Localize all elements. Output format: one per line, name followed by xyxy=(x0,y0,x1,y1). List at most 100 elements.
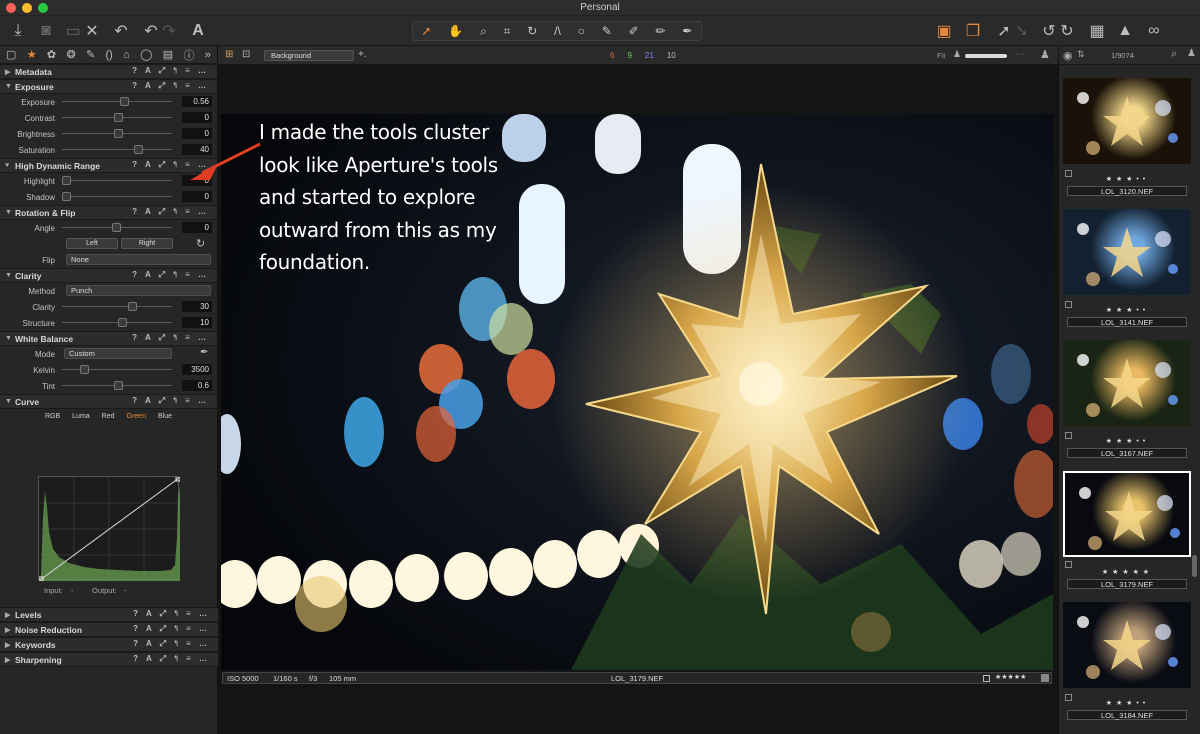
thumbnail-rating[interactable]: ★ ★ ★ • • xyxy=(1064,437,1188,446)
select-cursor-icon[interactable]: ➚ xyxy=(421,24,431,38)
thumbnail-checkbox[interactable] xyxy=(1065,561,1072,568)
flip-select[interactable]: None xyxy=(66,254,211,265)
redo-icon-dim[interactable]: ↷ xyxy=(160,20,178,42)
clarity-slider[interactable] xyxy=(62,302,172,311)
color-tag-count[interactable]: 10 xyxy=(667,51,676,60)
curve-tab-rgb[interactable]: RGB xyxy=(45,413,60,420)
keystone-cursor-icon[interactable]: /\ xyxy=(554,24,561,38)
single-view-icon[interactable]: ⊡ xyxy=(242,49,250,60)
rating-stars[interactable]: ★★★★★ xyxy=(995,673,1026,681)
exposure-section-header[interactable]: ▼ Exposure ? A ⤢ ↰ ≡ … xyxy=(0,79,217,94)
tint-value[interactable]: 0.6 xyxy=(182,380,212,391)
section-controls[interactable]: ? A ⤢ ↰ ≡ … xyxy=(133,654,210,664)
color-tag-count[interactable]: 9 xyxy=(627,51,631,60)
cursor-up-icon[interactable]: ➚ xyxy=(994,20,1014,42)
cursor-down-icon[interactable]: ➘ xyxy=(1012,20,1032,42)
loupe-cursor-icon[interactable]: ⌕ xyxy=(480,24,487,39)
thumbnail-rating[interactable]: ★ ★ ★ ★ ★ xyxy=(1064,568,1188,577)
favorites-tab-icon[interactable]: ★ xyxy=(27,48,37,61)
section-controls[interactable]: ? A ⤢ ↰ ≡ … xyxy=(132,396,209,406)
brush-cursor-icon[interactable]: ✎ xyxy=(602,24,612,38)
collapsed-section-header[interactable]: ▶ Keywords ? A ⤢ ↰ ≡ … xyxy=(0,637,218,652)
slider-knob[interactable] xyxy=(112,223,121,232)
color-tag-count[interactable]: 21 xyxy=(645,51,654,60)
variants-icon[interactable]: ❐ xyxy=(963,20,983,42)
slider-knob[interactable] xyxy=(134,145,143,154)
section-controls[interactable]: ? A ⤢ ↰ ≡ … xyxy=(132,333,209,343)
color-tag-box[interactable] xyxy=(1041,674,1049,682)
mode-select[interactable]: Custom xyxy=(64,348,172,359)
info-tab-icon[interactable]: ⓘ xyxy=(183,47,194,63)
browser-scrollbar[interactable] xyxy=(1192,555,1197,577)
curve-tab-green[interactable]: Green xyxy=(127,413,146,420)
pan-cursor-icon[interactable]: ✋ xyxy=(448,24,463,38)
eye-icon[interactable]: ◉ xyxy=(1063,49,1073,62)
brightness-slider[interactable] xyxy=(62,129,172,138)
eyedropper-icon[interactable]: ✒ xyxy=(200,347,208,358)
section-controls[interactable]: ? A ⤢ ↰ ≡ … xyxy=(132,81,209,91)
more-tabs-icon[interactable]: » xyxy=(205,49,211,61)
color-tag-count[interactable]: 6 xyxy=(610,51,614,60)
angle-value[interactable]: 0 xyxy=(182,222,212,233)
collapsed-section-header[interactable]: ▶ Noise Reduction ? A ⤢ ↰ ≡ … xyxy=(0,622,218,637)
collapsed-section-header[interactable]: ▶ Sharpening ? A ⤢ ↰ ≡ … xyxy=(0,652,218,667)
warning-icon[interactable]: ▲ xyxy=(1116,20,1134,42)
structure-value[interactable]: 10 xyxy=(182,317,212,328)
thumbnail-image[interactable] xyxy=(1063,209,1191,295)
thumbnail-image[interactable] xyxy=(1063,78,1191,164)
angle-slider[interactable] xyxy=(62,223,172,232)
kelvin-value[interactable]: 3500 xyxy=(182,364,212,375)
highlight-slider[interactable] xyxy=(62,176,172,185)
shadow-value[interactable]: 0 xyxy=(182,191,212,202)
curve-section-header[interactable]: ▼ Curve ? A ⤢ ↰ ≡ … xyxy=(0,394,217,409)
slider-knob[interactable] xyxy=(62,176,71,185)
import-icon[interactable]: ⤓ xyxy=(8,20,28,42)
contrast-value[interactable]: 0 xyxy=(182,112,212,123)
capture-tab-icon[interactable]: ✿ xyxy=(47,48,56,61)
collapsed-section-header[interactable]: ▶ Levels ? A ⤢ ↰ ≡ … xyxy=(0,607,218,622)
structure-slider[interactable] xyxy=(62,318,172,327)
section-controls[interactable]: ? A ⤢ ↰ ≡ … xyxy=(133,624,210,634)
rotate-cursor-icon[interactable]: ↻ xyxy=(527,24,537,38)
grid-icon[interactable]: ▦ xyxy=(1088,20,1106,42)
exposure-value[interactable]: 0.56 xyxy=(182,96,212,107)
clarity-section-header[interactable]: ▼ Clarity ? A ⤢ ↰ ≡ … xyxy=(0,268,217,283)
eraser-cursor-icon[interactable]: ✏ xyxy=(655,24,665,38)
rotation-section-header[interactable]: ▼ Rotation & Flip ? A ⤢ ↰ ≡ … xyxy=(0,205,217,220)
redo-icon[interactable]: ↶ xyxy=(142,20,160,42)
slider-knob[interactable] xyxy=(128,302,137,311)
camera-off-icon[interactable]: ▭ xyxy=(62,20,84,42)
picker-cursor-icon[interactable]: ✒ xyxy=(682,24,692,38)
crop-cursor-icon[interactable]: ⌗ xyxy=(504,24,511,39)
grid-view-icon[interactable]: ⊞ xyxy=(225,49,233,60)
metadata-tab-icon[interactable]: ▤ xyxy=(163,48,173,61)
rotate-picker-icon[interactable]: ↻ xyxy=(196,237,205,250)
section-controls[interactable]: ? A ⤢ ↰ ≡ … xyxy=(132,66,209,76)
minimize-window-button[interactable] xyxy=(22,3,32,13)
slider-knob[interactable] xyxy=(114,381,123,390)
thumbnail-image[interactable] xyxy=(1063,340,1191,426)
curve-svg[interactable] xyxy=(38,476,181,582)
slider-knob[interactable] xyxy=(114,113,123,122)
slider-knob[interactable] xyxy=(120,97,129,106)
tint-slider[interactable] xyxy=(62,381,172,390)
close-window-button[interactable] xyxy=(6,3,16,13)
white-balance-section-header[interactable]: ▼ White Balance ? A ⤢ ↰ ≡ … xyxy=(0,331,217,346)
metadata-section-header[interactable]: ▶ Metadata ? A ⤢ ↰ ≡ … xyxy=(0,64,217,79)
lens-tab-icon[interactable]: () xyxy=(106,49,113,61)
crop-tab-icon[interactable]: ⌂ xyxy=(123,49,130,61)
sort-icon[interactable]: ⇅ xyxy=(1077,49,1085,60)
section-controls[interactable]: ? A ⤢ ↰ ≡ … xyxy=(133,639,210,649)
camera-icon[interactable]: ◙ xyxy=(36,20,56,42)
thumbnail-image[interactable] xyxy=(1063,602,1191,688)
kelvin-slider[interactable] xyxy=(62,365,172,374)
gradient-cursor-icon[interactable]: ✐ xyxy=(629,24,639,38)
curve-tab-luma[interactable]: Luma xyxy=(72,413,90,420)
glasses-icon[interactable]: ∞ xyxy=(1142,20,1166,42)
contrast-slider[interactable] xyxy=(62,113,172,122)
search-icon[interactable]: ⌕ xyxy=(1171,48,1177,61)
local-tab-icon[interactable]: ◯ xyxy=(140,48,152,61)
thumbnail-rating[interactable]: ★ ★ ★ • • xyxy=(1064,175,1188,184)
color-tab-icon[interactable]: ❂ xyxy=(66,48,75,61)
spot-cursor-icon[interactable]: ○ xyxy=(578,24,585,38)
